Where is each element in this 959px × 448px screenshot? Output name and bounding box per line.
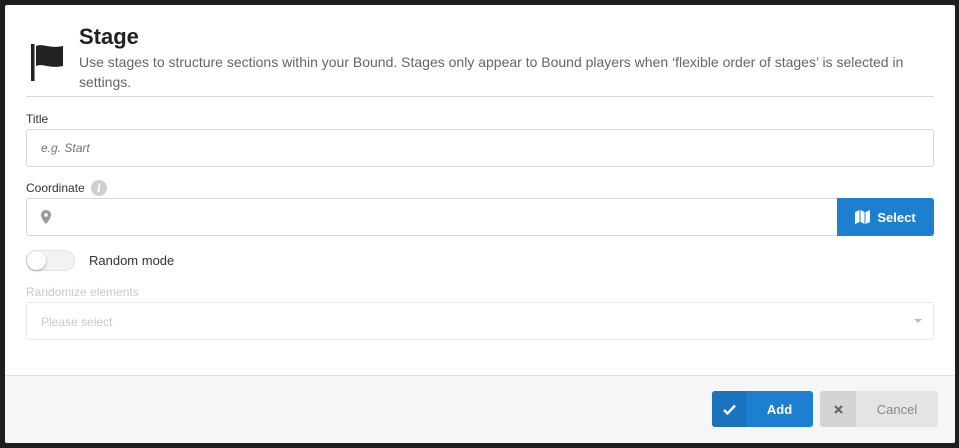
coordinate-label: Coordinate xyxy=(26,181,85,195)
title-label: Title xyxy=(26,112,49,126)
modal-footer: Add Cancel xyxy=(5,375,955,443)
select-button-label: Select xyxy=(877,209,916,225)
cancel-button-label: Cancel xyxy=(876,401,918,417)
select-coordinate-button[interactable]: Select xyxy=(837,198,934,236)
stage-modal: Stage Use stages to structure sections w… xyxy=(5,5,955,443)
chevron-down-icon xyxy=(914,319,922,323)
add-button-label: Add xyxy=(766,401,793,417)
info-icon[interactable]: i xyxy=(91,180,107,196)
cancel-button[interactable]: Cancel xyxy=(820,391,938,427)
randomize-elements-select[interactable]: Please select xyxy=(26,302,934,340)
randomize-elements-label: Randomize elements xyxy=(26,285,139,299)
random-mode-label: Random mode xyxy=(89,253,175,268)
modal-title: Stage xyxy=(79,24,139,49)
checkmark-icon xyxy=(712,391,746,427)
close-icon xyxy=(820,391,856,427)
map-pin-icon xyxy=(41,210,51,224)
modal-header: Stage Use stages to structure sections w… xyxy=(5,5,955,98)
add-button[interactable]: Add xyxy=(712,391,813,427)
randomize-placeholder: Please select xyxy=(41,315,113,329)
modal-description: Use stages to structure sections within … xyxy=(79,54,904,90)
flag-icon xyxy=(31,44,63,81)
coordinate-field[interactable]: Select xyxy=(26,198,934,236)
toggle-knob xyxy=(27,251,46,270)
map-icon xyxy=(855,210,871,224)
header-divider xyxy=(26,96,934,97)
random-mode-toggle[interactable] xyxy=(26,250,75,271)
title-input[interactable] xyxy=(26,129,934,167)
